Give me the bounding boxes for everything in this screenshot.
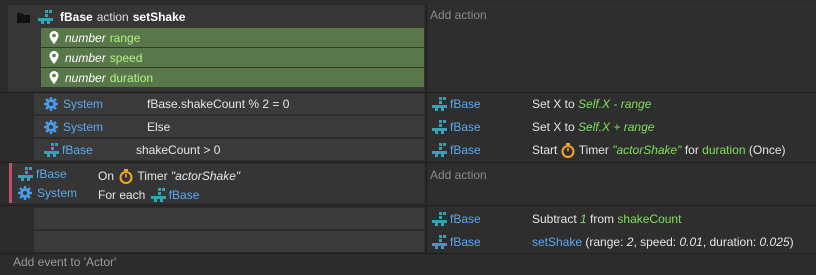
arg-range: 2	[626, 234, 634, 249]
param-speed[interactable]: number speed	[41, 48, 424, 67]
action-from: from	[586, 211, 618, 226]
function-call: setShake	[532, 234, 583, 249]
event2-object: fBase	[16, 165, 67, 183]
timer-icon	[561, 142, 575, 158]
action-row[interactable]: fBase setShake (range: 2 , speed: 0.01 ,…	[430, 231, 816, 252]
condition-row[interactable]: fBase shakeCount > 0	[34, 139, 424, 160]
event2-object: System	[18, 184, 77, 202]
function-object: fBase	[60, 10, 93, 24]
param-name: speed	[109, 50, 143, 65]
trigger-timer: Timer	[137, 169, 171, 183]
trigger-condition[interactable]: On Timer "actorShake"	[98, 167, 240, 185]
condition-object: fBase	[62, 142, 93, 157]
subevent-conditions[interactable]	[34, 231, 424, 252]
actor-sprite-icon	[430, 119, 450, 135]
action-once: (Once)	[745, 143, 786, 157]
action-number: 1	[580, 211, 587, 226]
divider	[0, 253, 816, 254]
actor-sprite-icon	[149, 187, 169, 203]
action-variable: shakeCount	[617, 211, 682, 226]
duration-var: duration	[702, 143, 746, 157]
arg-duration: 0.025	[759, 234, 790, 249]
foreach-label: For each	[98, 188, 149, 202]
actor-sprite-icon	[430, 211, 450, 227]
action-row[interactable]: fBase Set X to Self.X - range	[430, 93, 816, 114]
gear-icon	[44, 119, 58, 134]
add-action-link[interactable]: Add action	[430, 168, 487, 182]
args-close: )	[789, 234, 794, 249]
actor-sprite-icon	[36, 9, 56, 25]
action-object: fBase	[450, 119, 481, 134]
condition-text: Else	[147, 119, 171, 134]
function-header[interactable]: fBase action setShake	[16, 7, 185, 27]
pin-icon	[49, 31, 59, 44]
args-open: (range:	[582, 234, 627, 249]
timer-tag: "actorShake"	[612, 143, 682, 157]
gear-icon	[18, 186, 32, 200]
foreach-condition[interactable]: For each fBase	[98, 186, 199, 204]
actor-sprite-icon	[430, 96, 450, 112]
trigger-tag: "actorShake"	[170, 169, 241, 183]
args-sep: , speed:	[633, 234, 680, 249]
actor-sprite-icon	[430, 142, 450, 158]
condition-row[interactable]: System Else	[34, 116, 424, 137]
arg-speed: 0.01	[679, 234, 703, 249]
action-object: fBase	[450, 234, 481, 249]
args-sep: , duration:	[702, 234, 760, 249]
actor-sprite-icon	[430, 234, 450, 250]
actor-sprite-icon	[16, 166, 36, 182]
foreach-object: fBase	[168, 188, 200, 202]
param-type: number	[65, 30, 106, 45]
action-expression: Self.X + range	[578, 119, 655, 134]
trigger-on: On	[98, 169, 118, 183]
action-object: fBase	[450, 96, 481, 111]
action-verb: Set X to	[532, 96, 579, 111]
condition-text: shakeCount > 0	[136, 142, 221, 157]
condition-row[interactable]: System fBase.shakeCount % 2 = 0	[34, 93, 424, 114]
action-start: Start	[532, 143, 561, 157]
subevent-conditions[interactable]	[34, 208, 424, 229]
action-verb: Set X to	[532, 119, 579, 134]
param-type: number	[65, 50, 106, 65]
event2-object-name: System	[37, 186, 78, 200]
pin-icon	[49, 51, 59, 64]
pin-icon	[49, 71, 59, 84]
param-duration[interactable]: number duration	[41, 68, 424, 87]
param-name: duration	[109, 70, 154, 85]
action-object: fBase	[450, 143, 481, 157]
action-expression: Self.X - range	[578, 96, 652, 111]
function-keyword: action	[96, 10, 129, 24]
add-action-link[interactable]: Add action	[430, 8, 487, 22]
action-verb: Subtract	[532, 211, 581, 226]
action-for: for	[681, 143, 703, 157]
action-timer: Timer	[578, 143, 613, 157]
condition-object: System	[63, 96, 104, 111]
param-name: range	[109, 30, 141, 45]
action-row[interactable]: fBase Set X to Self.X + range	[430, 116, 816, 137]
param-type: number	[65, 70, 106, 85]
add-event-link[interactable]: Add event to 'Actor'	[13, 255, 116, 269]
condition-text: fBase.shakeCount % 2 = 0	[147, 96, 290, 111]
divider	[0, 205, 816, 206]
event2-object-name: fBase	[36, 167, 67, 181]
function-name: setShake	[132, 10, 186, 24]
folder-icon	[16, 11, 31, 24]
action-row[interactable]: fBase Start Timer "actorShake" for durat…	[430, 139, 816, 161]
param-range[interactable]: number range	[41, 28, 424, 47]
condition-object: System	[63, 119, 104, 134]
action-object: fBase	[450, 211, 481, 226]
timer-icon	[119, 168, 133, 184]
actor-sprite-icon	[42, 142, 62, 158]
action-row[interactable]: fBase Subtract 1 from shakeCount	[430, 208, 816, 229]
gear-icon	[44, 96, 58, 111]
